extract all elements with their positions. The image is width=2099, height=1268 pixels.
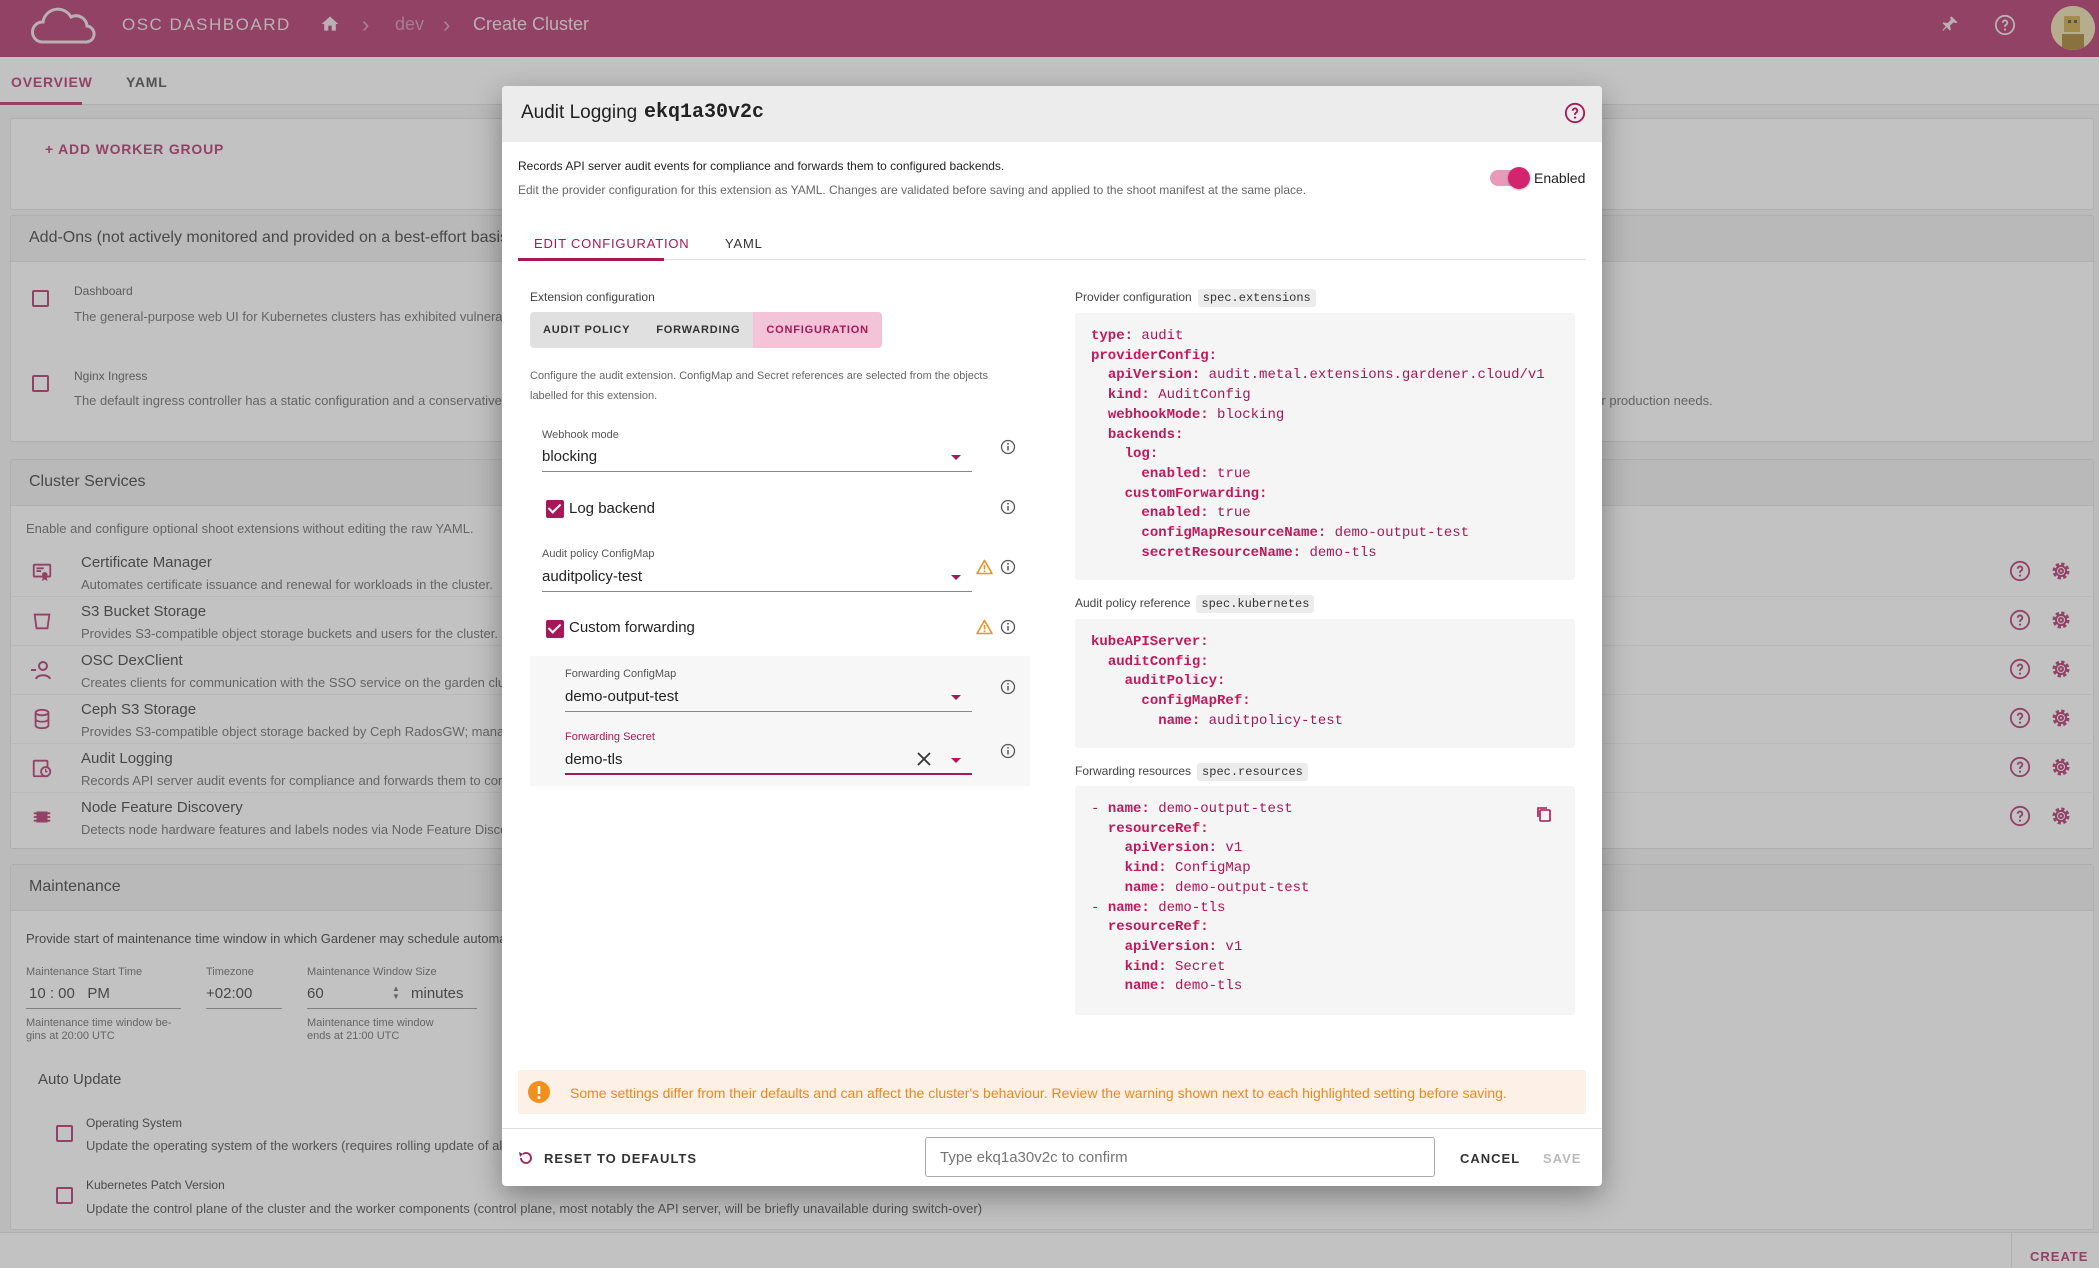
chevron-down-icon[interactable] <box>951 455 961 460</box>
audit-policy-configmap-label: Audit policy ConfigMap <box>542 548 655 560</box>
forwarding-resources-path: spec.resources <box>1197 763 1308 781</box>
yaml-line: configMapRef: <box>1141 693 1251 710</box>
yaml-line: name: demo-tls <box>1124 978 1243 995</box>
yaml-line: providerConfig: <box>1091 347 1218 364</box>
log-backend-label: Log backend <box>569 500 655 517</box>
yaml-line: kind: ConfigMap <box>1124 860 1251 877</box>
segment-forwarding[interactable]: FORWARDING <box>643 312 753 348</box>
provider-config-path: spec.extensions <box>1197 289 1316 307</box>
yaml-line: webhookMode: blocking <box>1107 406 1285 423</box>
custom-forwarding-label: Custom forwarding <box>569 619 695 636</box>
chevron-down-icon[interactable] <box>951 758 961 763</box>
forwarding-secret-label: Forwarding Secret <box>565 731 655 743</box>
forwarding-secret-select[interactable]: demo-tls <box>565 751 623 768</box>
yaml-line: log: <box>1124 446 1159 463</box>
tab-yaml[interactable]: YAML <box>725 236 763 251</box>
custom-forwarding-checkbox[interactable] <box>546 620 564 638</box>
yaml-line: kind: Secret <box>1124 958 1226 975</box>
dialog-title: Audit Logging <box>521 102 638 123</box>
forwarding-configmap-label: Forwarding ConfigMap <box>565 668 677 680</box>
info-icon[interactable] <box>1000 439 1016 460</box>
audit-policy-ref-path: spec.kubernetes <box>1196 595 1315 613</box>
info-icon[interactable] <box>1000 619 1016 640</box>
yaml-line: name: auditpolicy-test <box>1158 712 1344 729</box>
webhook-mode-select[interactable]: blocking <box>542 448 597 465</box>
yaml-line: apiVersion: audit.metal.extensions.garde… <box>1107 367 1545 384</box>
yaml-line: customForwarding: <box>1124 485 1268 502</box>
enabled-label: Enabled <box>1534 170 1586 186</box>
audit-policy-ref-label: Audit policy reference spec.kubernetes <box>1075 595 1315 613</box>
provider-config-label: Provider configuration spec.extensions <box>1075 289 1316 307</box>
enabled-toggle[interactable] <box>1490 167 1530 189</box>
forwarding-resources-label: Forwarding resources spec.resources <box>1075 763 1308 781</box>
reset-defaults-button[interactable]: RESET TO DEFAULTS <box>544 1151 697 1166</box>
warning-icon <box>976 559 993 580</box>
yaml-line: configMapResourceName: demo-output-test <box>1141 525 1470 542</box>
warning-alert: Some settings differ from their defaults… <box>518 1070 1586 1114</box>
provider-config-yaml: type: audit providerConfig: apiVersion: a… <box>1075 313 1575 580</box>
segment-configuration[interactable]: CONFIGURATION <box>753 312 882 348</box>
chevron-down-icon[interactable] <box>951 695 961 700</box>
warning-text: Some settings differ from their defaults… <box>570 1085 1507 1101</box>
audit-logging-dialog: Audit Logging ekq1a30v2c Records API ser… <box>502 86 1602 1186</box>
yaml-line: resourceRef: <box>1107 919 1209 936</box>
info-icon[interactable] <box>1000 679 1016 700</box>
tab-edit-configuration[interactable]: EDIT CONFIGURATION <box>534 236 689 251</box>
chevron-down-icon[interactable] <box>951 575 961 580</box>
audit-policy-ref-yaml: kubeAPIServer: auditConfig: auditPolicy:… <box>1075 619 1575 748</box>
info-icon[interactable] <box>1000 499 1016 520</box>
forwarding-resources-yaml: - name: demo-output-test resourceRef: ap… <box>1075 786 1575 1015</box>
clear-icon[interactable] <box>916 751 932 772</box>
warning-icon <box>976 619 993 640</box>
dialog-description: Records API server audit events for comp… <box>518 159 1005 173</box>
yaml-line: apiVersion: v1 <box>1124 938 1243 955</box>
alert-icon <box>527 1080 551 1109</box>
yaml-line: enabled: true <box>1141 465 1251 482</box>
log-backend-checkbox[interactable] <box>546 500 564 518</box>
yaml-line: backends: <box>1107 426 1184 443</box>
config-help-text: Configure the audit extension. ConfigMap… <box>530 370 988 402</box>
copy-icon[interactable] <box>1535 805 1553 828</box>
yaml-line: apiVersion: v1 <box>1124 840 1243 857</box>
cancel-button[interactable]: CANCEL <box>1460 1151 1520 1166</box>
reset-icon[interactable] <box>518 1150 534 1171</box>
yaml-line: resourceRef: <box>1107 820 1209 837</box>
info-icon[interactable] <box>1000 559 1016 580</box>
segment-audit-policy[interactable]: AUDIT POLICY <box>530 312 643 348</box>
help-icon[interactable] <box>1564 102 1586 129</box>
audit-policy-configmap-select[interactable]: auditpolicy-test <box>542 568 642 585</box>
yaml-line: - name: demo-tls <box>1091 899 1226 916</box>
config-segment-control: AUDIT POLICY FORWARDING CONFIGURATION <box>530 312 882 348</box>
confirm-name-input[interactable] <box>925 1137 1435 1177</box>
yaml-line: auditConfig: <box>1107 653 1209 670</box>
yaml-line: type: audit <box>1091 328 1184 344</box>
webhook-mode-label: Webhook mode <box>542 429 619 441</box>
yaml-line: - name: demo-output-test <box>1091 801 1293 817</box>
save-button[interactable]: SAVE <box>1543 1151 1581 1166</box>
dialog-header: Audit Logging ekq1a30v2c <box>502 86 1602 142</box>
info-icon[interactable] <box>1000 743 1016 764</box>
yaml-line: name: demo-output-test <box>1124 879 1310 896</box>
dialog-subdescription: Edit the provider configuration for this… <box>518 183 1307 197</box>
cluster-name: ekq1a30v2c <box>644 101 765 124</box>
extension-config-label: Extension configuration <box>530 290 655 304</box>
yaml-line: enabled: true <box>1141 505 1251 522</box>
yaml-line: kind: AuditConfig <box>1107 387 1251 404</box>
forwarding-configmap-select[interactable]: demo-output-test <box>565 688 678 705</box>
yaml-line: secretResourceName: demo-tls <box>1141 544 1377 561</box>
yaml-line: auditPolicy: <box>1124 673 1226 690</box>
yaml-line: kubeAPIServer: <box>1091 634 1209 650</box>
active-tab-indicator <box>518 258 664 261</box>
dialog-footer: RESET TO DEFAULTS CANCEL SAVE <box>502 1128 1602 1186</box>
